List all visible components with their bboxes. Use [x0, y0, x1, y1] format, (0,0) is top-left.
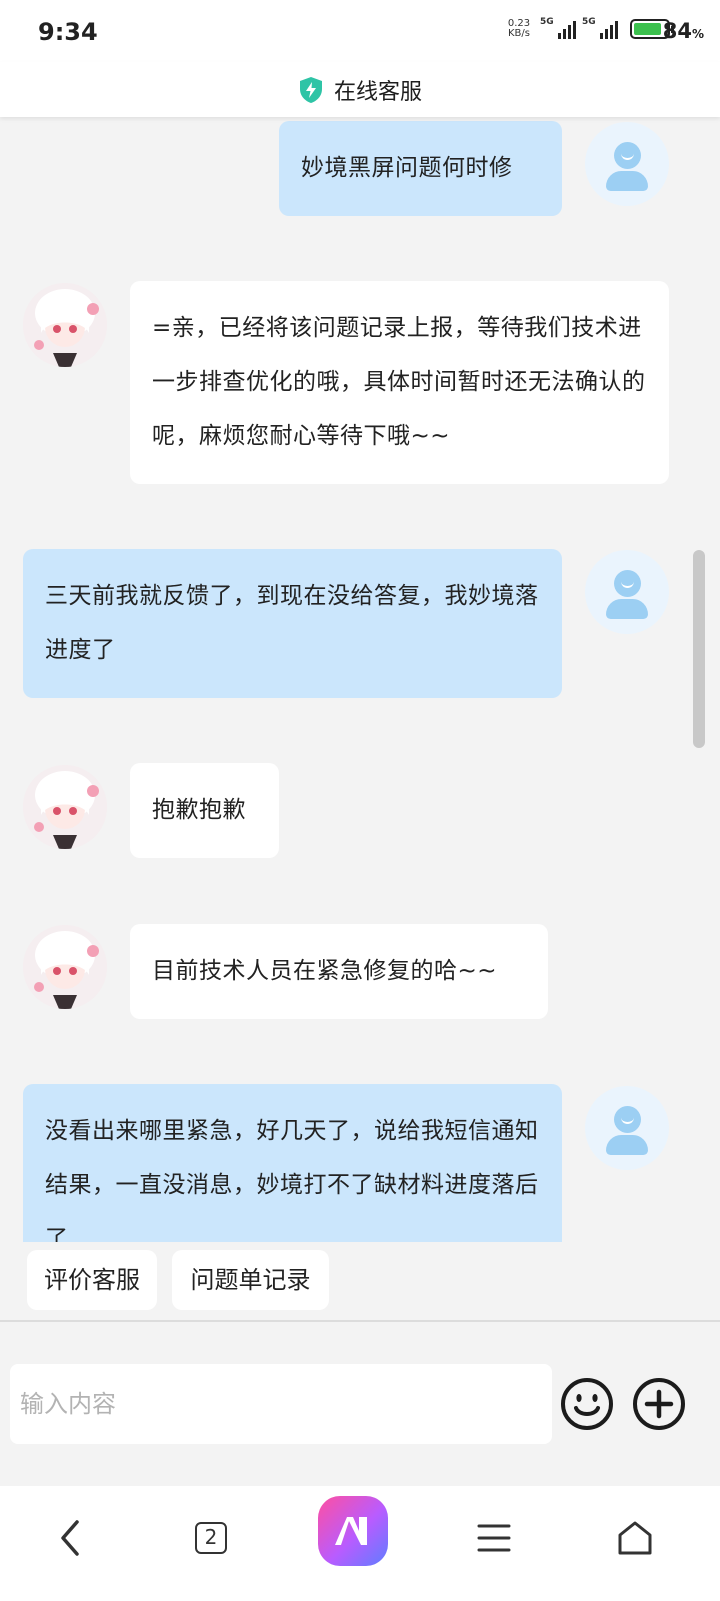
agent-message[interactable]: 目前技术人员在紧急修复的哈~~	[130, 924, 548, 1019]
message-text: 妙境黑屏问题何时修	[301, 155, 513, 181]
agent-avatar	[23, 283, 107, 367]
agent-message[interactable]: =亲，已经将该问题记录上报，等待我们技术进一步排查优化的哦，具体时间暂时还无法确…	[130, 281, 669, 484]
emoji-icon[interactable]	[559, 1376, 615, 1432]
rate-service-button[interactable]: 评价客服	[27, 1250, 157, 1310]
network-speed: 0.23 KB/s	[504, 19, 534, 39]
add-icon[interactable]	[631, 1376, 687, 1432]
signal-label-2: 5G	[582, 17, 596, 27]
ticket-records-button[interactable]: 问题单记录	[172, 1250, 329, 1310]
page-title: 在线客服	[333, 79, 422, 105]
input-bar	[0, 1322, 720, 1486]
chat-area[interactable]: 妙境黑屏问题何时修 =亲，已经将该问题记录上报，等待我们技术进一步排查优化的哦，…	[0, 117, 720, 1270]
message-input[interactable]	[10, 1364, 552, 1444]
agent-avatar	[23, 925, 107, 1009]
status-time: 9:34	[38, 18, 98, 46]
user-avatar	[585, 1086, 669, 1170]
agent-message[interactable]: 抱歉抱歉	[130, 763, 279, 858]
status-bar: 9:34 0.23 KB/s 5G 5G 84%	[0, 0, 720, 62]
user-message[interactable]: 妙境黑屏问题何时修	[279, 121, 562, 216]
message-text: 目前技术人员在紧急修复的哈~~	[152, 958, 498, 984]
user-message[interactable]: 三天前我就反馈了，到现在没给答复，我妙境落进度了	[23, 549, 562, 698]
message-text: =亲，已经将该问题记录上报，等待我们技术进一步排查优化的哦，具体时间暂时还无法确…	[152, 315, 646, 449]
battery-percent: 84%	[662, 19, 704, 43]
status-indicators: 0.23 KB/s 5G 5G	[504, 17, 674, 39]
user-avatar	[585, 122, 669, 206]
agent-avatar	[23, 765, 107, 849]
bottom-nav: 2	[0, 1486, 720, 1601]
tabs-button[interactable]: 2	[171, 1498, 251, 1578]
home-icon	[618, 1521, 652, 1555]
message-text: 抱歉抱歉	[152, 797, 246, 823]
shield-lightning-icon	[299, 76, 322, 103]
menu-button[interactable]	[454, 1498, 534, 1578]
signal-label: 5G	[540, 17, 554, 27]
back-button[interactable]	[30, 1498, 110, 1578]
quick-actions: 评价客服 问题单记录	[0, 1242, 720, 1320]
header-bar: 在线客服	[0, 62, 720, 117]
signal-icon: 5G	[540, 17, 576, 39]
app-launcher-button[interactable]	[313, 1491, 393, 1571]
battery-fill	[634, 23, 661, 35]
back-arrow-icon	[61, 1520, 79, 1556]
tab-count: 2	[195, 1522, 227, 1554]
app-logo-icon	[318, 1496, 388, 1566]
menu-icon	[477, 1524, 511, 1552]
message-text: 三天前我就反馈了，到现在没给答复，我妙境落进度了	[45, 583, 539, 663]
home-button[interactable]	[595, 1498, 675, 1578]
chat-scrollbar[interactable]	[693, 550, 705, 748]
user-avatar	[585, 550, 669, 634]
signal-icon-2: 5G	[582, 17, 618, 39]
network-speed-unit: KB/s	[508, 28, 530, 39]
